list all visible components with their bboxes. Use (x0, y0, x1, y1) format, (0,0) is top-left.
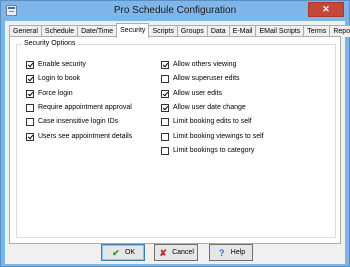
checkbox-label: Allow superuser edits (173, 75, 240, 82)
group-label: Security Options (22, 40, 78, 47)
dialog-window: Pro Schedule Configuration ✕ General Sch… (0, 0, 350, 267)
force-login-checkbox[interactable]: Force login (26, 89, 73, 98)
case-insensitive-login-ids-checkbox[interactable]: Case insensitive login IDs (26, 117, 118, 126)
window-title: Pro Schedule Configuration (113, 5, 237, 16)
close-button[interactable]: ✕ (308, 2, 344, 17)
allow-others-viewing-checkbox[interactable]: Allow others viewing (161, 60, 236, 69)
checkbox-box[interactable] (161, 60, 169, 69)
checkbox-label: Require appointment approval (38, 104, 132, 111)
checkbox-label: Login to book (38, 75, 81, 82)
tab-strip: General Schedule Date/Time Security Scri… (9, 23, 350, 38)
checkbox-label: Allow user date change (173, 104, 246, 111)
checkbox-box[interactable] (26, 117, 34, 126)
require-appointment-approval-checkbox[interactable]: Require appointment approval (26, 103, 132, 112)
ok-button[interactable]: ✔ OK (101, 244, 145, 261)
checkbox-box[interactable] (161, 117, 169, 126)
allow-user-date-change-checkbox[interactable]: Allow user date change (161, 103, 246, 112)
checkbox-label: Limit booking viewings to self (173, 133, 264, 140)
checkbox-box[interactable] (26, 89, 34, 98)
tab-security[interactable]: Security (116, 23, 150, 38)
cancel-button[interactable]: ✘ Cancel (154, 244, 198, 261)
help-icon: ? (219, 247, 225, 258)
checkbox-label: Allow user edits (173, 90, 223, 97)
login-to-book-checkbox[interactable]: Login to book (26, 74, 80, 83)
checkbox-box[interactable] (26, 103, 34, 112)
checkbox-label: Users see appointment details (38, 133, 133, 140)
security-tab-panel: Security Options Enable security Login t… (9, 36, 341, 244)
help-button[interactable]: ? Help (209, 244, 253, 261)
checkbox-box[interactable] (161, 146, 169, 155)
checkbox-label: Case insensitive login IDs (38, 118, 119, 125)
checkbox-box[interactable] (161, 103, 169, 112)
allow-user-edits-checkbox[interactable]: Allow user edits (161, 89, 222, 98)
ok-button-label: OK (124, 249, 136, 256)
cross-icon: ✘ (159, 247, 167, 258)
checkmark-icon: ✔ (112, 247, 120, 258)
allow-superuser-edits-checkbox[interactable]: Allow superuser edits (161, 74, 240, 83)
checkbox-box[interactable] (161, 132, 169, 141)
checkbox-box[interactable] (161, 74, 169, 83)
checkbox-box[interactable] (161, 89, 169, 98)
enable-security-checkbox[interactable]: Enable security (26, 60, 86, 69)
dialog-client: General Schedule Date/Time Security Scri… (5, 21, 350, 264)
title-bar[interactable]: Pro Schedule Configuration ✕ (1, 1, 349, 21)
checkbox-label: Enable security (38, 61, 86, 68)
users-see-appointment-details-checkbox[interactable]: Users see appointment details (26, 132, 132, 141)
security-options-group: Security Options Enable security Login t… (16, 40, 336, 238)
checkbox-label: Limit booking edits to self (173, 118, 252, 125)
checkbox-label: Allow others viewing (173, 61, 237, 68)
checkbox-box[interactable] (26, 60, 34, 69)
checkbox-box[interactable] (26, 74, 34, 83)
limit-booking-edits-to-self-checkbox[interactable]: Limit booking edits to self (161, 117, 252, 126)
checkbox-box[interactable] (26, 132, 34, 141)
checkbox-label: Limit bookings to category (173, 147, 255, 154)
limit-bookings-to-category-checkbox[interactable]: Limit bookings to category (161, 146, 254, 155)
help-button-label: Help (230, 249, 246, 256)
limit-booking-viewings-to-self-checkbox[interactable]: Limit booking viewings to self (161, 132, 264, 141)
cancel-button-label: Cancel (172, 249, 194, 256)
checkbox-label: Force login (38, 90, 73, 97)
